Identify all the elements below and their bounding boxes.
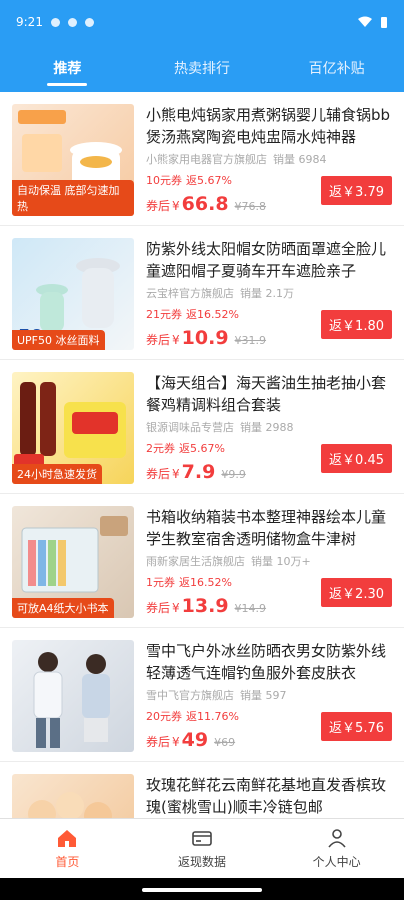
product-list[interactable]: 自动保温 底部匀速加热 小熊电炖锅家用煮粥锅婴儿辅食锅bb煲汤燕窝陶瓷电炖盅隔水… [0,92,404,818]
product-image-tag: 可放A4纸大小书本 [12,598,114,618]
top-tabs: 推荐 热卖排行 百亿补贴 [0,44,404,92]
price-line: 券后 ¥ 13.9 ¥14.9 [146,595,266,617]
wifi-icon [358,16,372,27]
nav-cashback-label: 返现数据 [178,855,227,869]
price-value: 49 [181,729,209,751]
price-value: 10.9 [181,327,229,349]
product-card[interactable]: 可放A4纸大小书本 书箱收纳箱装书本整理神器绘本儿童学生教室宿舍透明储物盒牛津树… [0,494,404,628]
battery-icon [381,16,387,28]
currency-symbol: ¥ [172,467,180,481]
product-title[interactable]: 雪中飞户外冰丝防晒衣男女防紫外线轻薄透气连帽钓鱼服外套皮肤衣 [146,640,392,684]
sales-count: 销量 2988 [240,421,294,434]
coupon-label: 21元券 [146,308,182,321]
price-label: 券后 [146,601,171,615]
price-label: 券后 [146,735,171,749]
original-price: ¥69 [214,736,236,749]
price-value: 13.9 [181,595,229,617]
rebate-button[interactable]: 返￥5.76 [321,712,392,741]
rebate-percent: 返16.52% [186,308,239,321]
sun-jacket-illustration [33,652,110,748]
settings-status-icon [50,17,60,27]
product-title[interactable]: 书箱收纳箱装书本整理神器绘本儿童学生教室宿舍透明储物盒牛津树 [146,506,392,550]
rebate-percent: 返5.67% [186,174,232,187]
person-icon [328,829,346,848]
nav-home[interactable]: 首页 [0,819,135,878]
price-line: 券后 ¥ 7.9 ¥9.9 [146,461,246,483]
product-title[interactable]: 玫瑰花鲜花云南鲜花基地直发香槟玫瑰(蜜桃雪山)顺丰冷链包邮 [146,774,392,818]
rebate-percent: 返11.76% [186,710,239,723]
product-card[interactable]: 玫瑰花鲜花云南鲜花基地直发香槟玫瑰(蜜桃雪山)顺丰冷链包邮 [0,762,404,818]
product-image[interactable]: 可放A4纸大小书本 [12,506,134,618]
rebate-button[interactable]: 返￥2.30 [321,578,392,607]
home-icon [58,830,77,847]
price-line: 券后 ¥ 10.9 ¥31.9 [146,327,266,349]
rebate-button[interactable]: 返￥0.45 [321,444,392,473]
shop-name: 雨新家居生活旗舰店 [146,555,245,568]
original-price: ¥76.8 [234,200,267,213]
product-title[interactable]: 【海天组合】海天酱油生抽老抽小套餐鸡精调料组合套装 [146,372,392,416]
original-price: ¥14.9 [234,602,267,615]
shop-name: 小熊家用电器官方旗舰店 [146,153,267,166]
coupon-label: 20元券 [146,710,182,723]
price-label: 券后 [146,467,171,481]
price-line: 券后 ¥ 66.8 ¥76.8 [146,193,266,215]
bottom-navigation: 首页 返现数据 个人中心 [0,818,404,878]
rebate-percent: 返5.67% [179,442,225,455]
product-card[interactable]: 50 UPF50 冰丝面料 防紫外线太阳帽女防晒面罩遮全脸儿童遮阳帽子夏骑车开车… [0,226,404,360]
tab-hot-ranking[interactable]: 热卖排行 [135,44,270,92]
original-price: ¥9.9 [221,468,246,481]
original-price: ¥31.9 [234,334,267,347]
product-card[interactable]: 24小时急速发货 【海天组合】海天酱油生抽老抽小套餐鸡精调料组合套装 银源调味品… [0,360,404,494]
roses-illustration [28,792,112,818]
product-card[interactable]: 自动保温 底部匀速加热 小熊电炖锅家用煮粥锅婴儿辅食锅bb煲汤燕窝陶瓷电炖盅隔水… [0,92,404,226]
product-image-tag: UPF50 冰丝面料 [12,330,105,350]
shop-name: 云宝梓官方旗舰店 [146,287,234,300]
sales-count: 销量 597 [240,689,287,702]
rebate-percent: 返16.52% [179,576,232,589]
nav-profile-label: 个人中心 [312,855,361,869]
rebate-button[interactable]: 返￥1.80 [321,310,392,339]
price-value: 66.8 [181,193,229,215]
currency-symbol: ¥ [172,601,180,615]
home-indicator[interactable] [142,888,262,892]
price-label: 券后 [146,199,171,213]
sales-count: 销量 2.1万 [240,287,294,300]
gesture-bar [0,878,404,900]
tab-recommend[interactable]: 推荐 [0,44,135,92]
currency-symbol: ¥ [172,199,180,213]
price-value: 7.9 [181,461,216,483]
shop-name: 雪中飞官方旗舰店 [146,689,234,702]
product-title[interactable]: 防紫外线太阳帽女防晒面罩遮全脸儿童遮阳帽子夏骑车开车遮脸亲子 [146,238,392,282]
status-bar: 9:21 [0,0,404,44]
product-image-tag: 自动保温 底部匀速加热 [12,180,134,216]
rebate-button[interactable]: 返￥3.79 [321,176,392,205]
currency-symbol: ¥ [172,735,180,749]
product-image[interactable]: 50 UPF50 冰丝面料 [12,238,134,350]
product-image-tag: 24小时急速发货 [12,464,102,484]
nav-cashback-data[interactable]: 返现数据 [135,819,270,878]
status-time: 9:21 [16,15,43,29]
sim-status-icon [84,17,94,27]
coupon-label: 10元券 [146,174,182,187]
sales-count: 销量 10万+ [251,555,311,568]
tab-subsidy[interactable]: 百亿补贴 [269,44,404,92]
product-image[interactable] [12,640,134,752]
product-card[interactable]: 雪中飞户外冰丝防晒衣男女防紫外线轻薄透气连帽钓鱼服外套皮肤衣 雪中飞官方旗舰店销… [0,628,404,762]
nav-home-label: 首页 [55,855,80,869]
info-status-icon [67,17,77,27]
product-image[interactable]: 24小时急速发货 [12,372,134,484]
shop-name: 银源调味品专营店 [146,421,234,434]
price-line: 券后 ¥ 49 ¥69 [146,729,235,751]
coupon-label: 2元券 [146,442,175,455]
sales-count: 销量 6984 [273,153,327,166]
product-image[interactable] [12,774,134,818]
product-title[interactable]: 小熊电炖锅家用煮粥锅婴儿辅食锅bb煲汤燕窝陶瓷电炖盅隔水炖神器 [146,104,392,148]
product-image[interactable]: 自动保温 底部匀速加热 [12,104,134,216]
nav-profile[interactable]: 个人中心 [269,819,404,878]
price-label: 券后 [146,333,171,347]
coupon-label: 1元券 [146,576,175,589]
card-icon [192,831,212,846]
currency-symbol: ¥ [172,333,180,347]
